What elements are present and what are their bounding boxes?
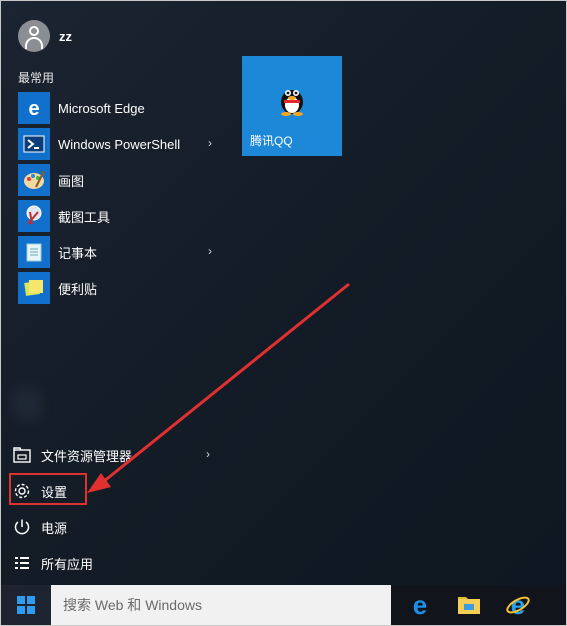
windows-logo-icon: [17, 596, 35, 614]
item-label: 文件资源管理器: [41, 448, 133, 464]
file-explorer-icon: [458, 597, 480, 614]
app-snipping-tool[interactable]: 截图工具: [18, 198, 218, 234]
chevron-right-icon[interactable]: ›: [208, 244, 212, 258]
settings-highlight-box: [9, 473, 87, 505]
most-used-list: e Microsoft Edge Windows PowerShell › 画图: [18, 90, 218, 306]
app-label: 记事本: [58, 245, 98, 261]
most-used-heading: 最常用: [18, 71, 55, 85]
svg-text:e: e: [413, 592, 427, 618]
sticky-notes-icon: [18, 272, 50, 304]
search-input[interactable]: [61, 596, 385, 614]
app-windows-powershell[interactable]: Windows PowerShell ›: [18, 126, 218, 162]
svg-text:e: e: [511, 592, 525, 618]
app-label: Microsoft Edge: [58, 100, 145, 116]
notepad-icon: [18, 236, 50, 268]
paint-icon: [18, 164, 50, 196]
qq-penguin-icon: [281, 90, 303, 116]
taskbar-edge[interactable]: e: [396, 585, 444, 625]
taskbar-file-explorer[interactable]: [445, 585, 493, 625]
file-explorer-icon: [11, 444, 33, 466]
taskbar: e e: [1, 585, 566, 625]
tile-tencent-qq[interactable]: 腾讯QQ: [242, 56, 342, 156]
internet-explorer-icon: e: [506, 592, 530, 618]
app-paint[interactable]: 画图: [18, 162, 218, 198]
app-label: 画图: [58, 173, 85, 189]
screenshot-frame: zz 最常用 e Microsoft Edge Windows PowerShe…: [0, 0, 567, 626]
app-label: 便利贴: [58, 281, 98, 297]
app-label: Windows PowerShell: [58, 136, 181, 152]
power-item[interactable]: 电源: [11, 509, 216, 545]
start-menu: zz 最常用 e Microsoft Edge Windows PowerShe…: [1, 1, 566, 585]
chevron-right-icon[interactable]: ›: [206, 447, 210, 461]
item-label: 电源: [41, 520, 68, 536]
app-label: 截图工具: [58, 209, 111, 225]
svg-text:e: e: [28, 98, 39, 119]
search-box[interactable]: [51, 585, 391, 625]
taskbar-internet-explorer[interactable]: e: [494, 585, 542, 625]
user-name: zz: [59, 28, 72, 44]
tile-label: 腾讯QQ: [250, 134, 293, 148]
start-bottom-list: 文件资源管理器 › 设置 电源 所有应用: [11, 437, 216, 581]
user-account[interactable]: zz: [18, 20, 72, 52]
item-label: 所有应用: [41, 556, 94, 572]
powershell-icon: [18, 128, 50, 160]
all-apps-icon: [11, 552, 33, 574]
app-sticky-notes[interactable]: 便利贴: [18, 270, 218, 306]
all-apps-item[interactable]: 所有应用: [11, 545, 216, 581]
app-microsoft-edge[interactable]: e Microsoft Edge: [18, 90, 218, 126]
user-avatar-icon: [18, 20, 50, 52]
chevron-right-icon[interactable]: ›: [208, 136, 212, 150]
file-explorer-item[interactable]: 文件资源管理器 ›: [11, 437, 216, 473]
snipping-tool-icon: [18, 200, 50, 232]
app-notepad[interactable]: 记事本 ›: [18, 234, 218, 270]
power-icon: [11, 516, 33, 538]
start-button[interactable]: [1, 585, 51, 625]
edge-icon: e: [18, 92, 50, 124]
edge-icon: e: [413, 592, 427, 618]
